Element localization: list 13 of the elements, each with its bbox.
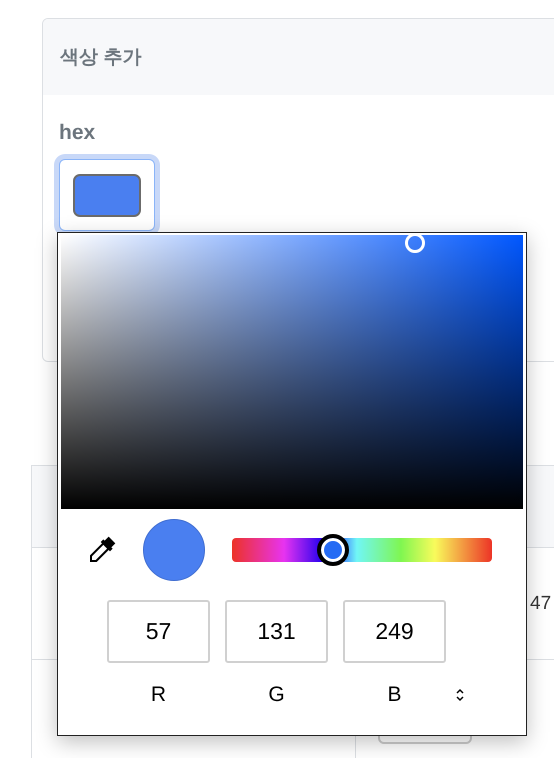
card-title: 색상 추가 xyxy=(60,46,142,70)
channel-input[interactable]: 249 xyxy=(343,600,446,663)
field-label: hex xyxy=(59,120,96,146)
channel-input[interactable]: 57 xyxy=(107,600,210,663)
channel-label: B xyxy=(387,683,402,707)
saturation-area[interactable] xyxy=(61,235,523,509)
saturation-handle[interactable] xyxy=(405,233,425,253)
channel-label: R xyxy=(150,683,166,707)
table-cell: 47 xyxy=(530,592,552,614)
channel-label: G xyxy=(268,683,285,707)
up-down-chevron-icon[interactable] xyxy=(455,687,465,703)
channel-input[interactable]: 131 xyxy=(225,600,328,663)
hue-slider-thumb[interactable] xyxy=(317,534,350,566)
